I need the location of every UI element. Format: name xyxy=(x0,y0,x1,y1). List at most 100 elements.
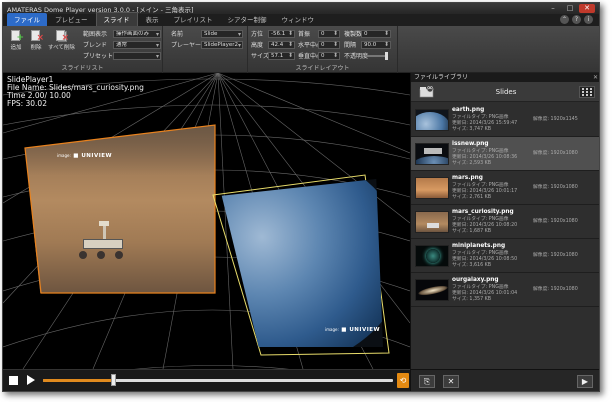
menu-window[interactable]: ウィンドウ xyxy=(275,13,322,26)
play-icon: ▶ xyxy=(581,377,589,386)
pin-icon[interactable]: ⌃ xyxy=(560,15,569,24)
opacity-label: 不透明度 xyxy=(344,53,369,60)
thumb-mars xyxy=(415,177,449,199)
play-button[interactable] xyxy=(27,375,35,385)
interval-label: 間隔 xyxy=(344,42,357,49)
name-label: 名前 xyxy=(171,31,184,38)
loop-button[interactable]: ⟲ xyxy=(397,373,409,388)
player-info: SlidePlayer1 File Name: Slides/mars_curi… xyxy=(7,76,144,108)
range-select[interactable]: 操作画面のみ xyxy=(113,29,161,38)
delete-all-button[interactable]: × すべて削除 xyxy=(48,30,75,51)
file-size: サイズ: 3,747 KB xyxy=(452,127,492,132)
file-name-label: mars_curiosity.png xyxy=(452,209,514,215)
file-item-earth[interactable]: earth.png ファイルタイプ: PNG画像 更新日: 2014/3/26 … xyxy=(411,103,599,137)
file-item-issnew[interactable]: issnew.png ファイルタイプ: PNG画像 更新日: 2014/3/26… xyxy=(411,137,599,171)
thumb-issnew xyxy=(415,143,449,165)
layout-caption: スライドレイアウト xyxy=(295,65,350,72)
preset-label: プリセット xyxy=(83,53,114,60)
file-size: サイズ: 2,593 KB xyxy=(452,161,492,166)
elevation-input[interactable]: 42.4 xyxy=(268,40,295,49)
thumb-miniplanets xyxy=(415,245,449,267)
opacity-slider[interactable] xyxy=(366,51,388,60)
menu-file[interactable]: ファイル xyxy=(7,13,47,26)
file-item-miniplanets[interactable]: miniplanets.png ファイルタイプ: PNG画像 更新日: 2014… xyxy=(411,239,599,273)
file-size: サイズ: 1,687 KB xyxy=(452,229,492,234)
menu-playlist[interactable]: プレイリスト xyxy=(167,13,220,26)
playback-bar: ⟲ xyxy=(3,369,410,391)
copies-label: 複製数 xyxy=(344,31,363,38)
file-resolution: 解像度: 1920x1080 xyxy=(533,185,578,190)
azimuth-input[interactable]: -56.1 xyxy=(268,29,295,38)
remove-file-button[interactable]: ✕ xyxy=(443,375,459,388)
roll-label: 首振 xyxy=(298,31,311,38)
add-to-slides-button[interactable]: ⎘ xyxy=(419,375,435,388)
file-resolution: 解像度: 1920x1080 xyxy=(533,151,578,156)
uniview-watermark-earth: image: ■ UNIVIEW xyxy=(325,327,381,333)
seek-track[interactable] xyxy=(43,379,393,382)
stop-button[interactable] xyxy=(9,376,18,385)
interval-input[interactable]: 90.0 xyxy=(361,40,391,49)
library-title: ファイルライブラリ xyxy=(414,74,469,81)
file-item-ourgalaxy[interactable]: ourgalaxy.png ファイルタイプ: PNG画像 更新日: 2014/3… xyxy=(411,273,599,307)
player-group: 名前 Slide プレーヤー SlidePlayer2 xyxy=(163,26,248,73)
mars-slide-frame xyxy=(24,124,216,294)
grid-icon xyxy=(582,88,592,96)
library-play-button[interactable]: ▶ xyxy=(577,375,593,388)
library-footer: ⎘ ✕ ▶ xyxy=(411,369,599,391)
seek-thumb[interactable] xyxy=(111,374,116,386)
file-list: earth.png ファイルタイプ: PNG画像 更新日: 2014/3/26 … xyxy=(411,103,599,307)
file-resolution: 解像度: 1920x1080 xyxy=(533,219,578,224)
window-controls: – □ ✕ xyxy=(545,4,595,13)
hcenter-label: 水平中心 xyxy=(298,42,323,49)
delete-slide-icon: × xyxy=(29,30,44,43)
file-name-label: mars.png xyxy=(452,175,483,181)
file-name-label: miniplanets.png xyxy=(452,243,506,249)
vcenter-label: 垂直中心 xyxy=(298,53,323,60)
info-icon[interactable]: i xyxy=(584,15,593,24)
file-resolution: 解像度: 1920x1145 xyxy=(533,117,578,122)
thumb-earth xyxy=(415,109,449,131)
blend-select[interactable]: 通常 xyxy=(113,40,161,49)
close-button[interactable]: ✕ xyxy=(579,4,595,13)
hcenter-input[interactable]: 0 xyxy=(318,40,340,49)
opacity-slider-thumb[interactable] xyxy=(385,51,388,60)
player-select[interactable]: SlidePlayer2 xyxy=(201,40,243,49)
slidelist-caption: スライドリスト xyxy=(61,65,104,72)
fps-readout: FPS: 30.02 xyxy=(7,99,47,108)
file-name-label: issnew.png xyxy=(452,141,489,147)
thumb-ourgalaxy xyxy=(415,279,449,301)
preset-select[interactable] xyxy=(113,51,161,60)
menu-view[interactable]: 表示 xyxy=(139,13,166,26)
menu-slide[interactable]: スライド xyxy=(95,12,138,26)
help-icon[interactable]: ? xyxy=(572,15,581,24)
file-name-label: earth.png xyxy=(452,107,485,113)
copies-input[interactable]: 0 xyxy=(361,29,391,38)
maximize-button[interactable]: □ xyxy=(562,4,578,13)
remove-icon: ✕ xyxy=(447,377,455,386)
app-window: AMATERAS Dome Player version 3.0.0 - [メイ… xyxy=(2,2,600,392)
close-panel-icon[interactable]: ✕ xyxy=(593,73,598,82)
file-size: サイズ: 2,761 KB xyxy=(452,195,492,200)
delete-slide-button[interactable]: × 削除 xyxy=(26,30,46,51)
file-name-label: ourgalaxy.png xyxy=(452,277,499,283)
dome-preview[interactable]: image: ■ UNIVIEW image: ■ UNIVIEW SlideP… xyxy=(3,73,410,369)
size-input[interactable]: 57.1 xyxy=(268,51,295,60)
menu-preview[interactable]: プレビュー xyxy=(48,13,95,26)
menu-theater-control[interactable]: シアター制御 xyxy=(221,13,274,26)
add-slide-button[interactable]: + 追加 xyxy=(6,30,26,51)
folder-name: Slides xyxy=(495,88,517,96)
vcenter-input[interactable]: 0 xyxy=(318,51,340,60)
azimuth-label: 方位 xyxy=(251,31,264,38)
roll-input[interactable]: 0 xyxy=(318,29,340,38)
thumb-mars-curiosity xyxy=(415,211,449,233)
file-size: サイズ: 1,357 KB xyxy=(452,297,492,302)
name-select[interactable]: Slide xyxy=(201,29,243,38)
file-item-mars[interactable]: mars.png ファイルタイプ: PNG画像 更新日: 2014/3/26 1… xyxy=(411,171,599,205)
grid-view-button[interactable] xyxy=(579,86,595,98)
minimize-button[interactable]: – xyxy=(545,4,561,13)
menu-bar: ファイル プレビュー スライド 表示 プレイリスト シアター制御 ウィンドウ ⌃… xyxy=(3,12,599,26)
file-item-mars-curiosity[interactable]: mars_curiosity.png ファイルタイプ: PNG画像 更新日: 2… xyxy=(411,205,599,239)
help-icons: ⌃ ? i xyxy=(560,15,593,24)
range-label: 範囲表示 xyxy=(83,31,108,38)
delete-all-icon: × xyxy=(54,30,69,43)
